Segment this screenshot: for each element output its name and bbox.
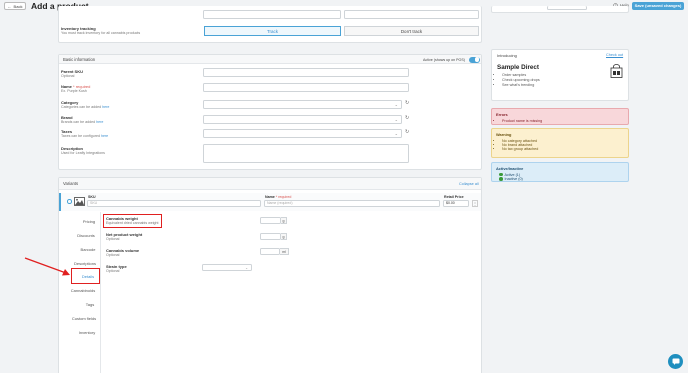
sample-direct-card: Introducing Check out Sample Direct Orde…: [491, 49, 629, 101]
variant-sku-label: SKU: [88, 195, 96, 199]
save-button[interactable]: Save (unsaved changes): [632, 1, 684, 10]
cannabis-volume-sub: Optional: [106, 253, 120, 257]
warning-item: No tax group attached: [502, 147, 624, 151]
description-textarea[interactable]: [203, 144, 409, 163]
cannabis-weight-unit: g: [281, 217, 287, 224]
errors-alert: Errors Product name is missing: [491, 108, 629, 125]
status-dot-icon: [499, 172, 503, 177]
chevron-down-icon: ⌄: [394, 131, 398, 136]
top-field-2[interactable]: [344, 10, 479, 19]
tab-custom-fields[interactable]: Custom fields: [69, 316, 99, 321]
category-select[interactable]: ⌄: [203, 100, 402, 109]
errors-title: Errors: [496, 112, 508, 117]
brand-link[interactable]: here: [96, 120, 103, 124]
tab-cannabinoids[interactable]: Cannabinoids: [68, 288, 98, 293]
strain-type-sub: Optional: [106, 269, 120, 273]
variants-title: Variants: [63, 181, 79, 186]
tab-descriptions[interactable]: Descriptions: [70, 261, 100, 266]
category-sub: Categories can be added here: [61, 105, 110, 109]
cannabis-volume-unit: ml: [280, 248, 289, 255]
active-inactive-alert: Active/Inactive Active (1) Inactive (0): [491, 162, 629, 182]
status-dot-icon: [499, 177, 503, 181]
taxes-refresh-icon[interactable]: ↻: [405, 129, 409, 135]
brand-refresh-icon[interactable]: ↻: [405, 115, 409, 121]
warning-alert: Warning No category attached No brand at…: [491, 128, 629, 158]
variant-name-input[interactable]: Name (required): [264, 200, 440, 207]
cannabis-weight-input[interactable]: [260, 217, 281, 224]
category-refresh-icon[interactable]: ↻: [405, 100, 409, 106]
tab-barcode[interactable]: Barcode: [73, 247, 103, 252]
collapse-all-link[interactable]: Collapse all: [459, 182, 479, 186]
taxes-sub: Taxes can be configured here: [61, 134, 109, 138]
variant-menu-icon[interactable]: ⋮: [472, 200, 478, 207]
inactive-count: Inactive (0): [499, 177, 624, 182]
details-tab-highlight: [71, 268, 100, 284]
dont-track-button[interactable]: Don't track: [344, 26, 479, 36]
back-arrow-icon: ←: [7, 3, 12, 9]
net-weight-input[interactable]: [260, 233, 281, 240]
active-toggle[interactable]: [469, 56, 480, 63]
info-icon: [67, 199, 72, 204]
parent-sku-input[interactable]: [203, 68, 409, 77]
inventory-tracking-card: Inventory tracking You must track invent…: [58, 6, 482, 43]
category-link[interactable]: here: [102, 105, 109, 109]
image-icon[interactable]: [74, 197, 85, 206]
variants-card: Variants Collapse all SKU SKU Name * req…: [58, 177, 482, 373]
chevron-down-icon: ⌄: [245, 266, 248, 270]
taxes-select[interactable]: ⌄: [203, 129, 402, 138]
variant-sku-input[interactable]: SKU: [87, 200, 261, 207]
active-inactive-title: Active/Inactive: [496, 166, 524, 171]
retail-price-input[interactable]: $0.00: [443, 200, 469, 207]
basic-information-card: Basic information Active (shows up on PO…: [58, 54, 482, 170]
net-weight-unit: g: [281, 233, 287, 240]
strain-type-select[interactable]: ⌄: [202, 264, 252, 271]
active-toggle-label: Active (shows up on POS): [423, 57, 465, 62]
name-sub: Ex. Purple Kush: [61, 89, 87, 93]
list-item: See what's trending: [502, 83, 540, 88]
basic-information-title: Basic information: [63, 56, 96, 62]
annotation-arrow: [24, 257, 70, 276]
check-out-link[interactable]: Check out: [606, 53, 623, 57]
cannabis-volume-input[interactable]: [260, 248, 280, 255]
variant-name-label: Name * required: [265, 195, 292, 199]
brand-sub: Brands can be added here: [61, 120, 104, 124]
inventory-tracking-subtitle: You must track inventory for all cannabi…: [61, 31, 141, 35]
chat-button[interactable]: [668, 354, 683, 369]
variant-tabs: Pricing Discounts Barcode Descriptions D…: [59, 212, 101, 373]
tab-pricing[interactable]: Pricing: [74, 219, 104, 224]
variants-header: Variants: [59, 178, 481, 190]
chevron-down-icon: ⌄: [394, 102, 398, 107]
introducing-card: [491, 6, 629, 13]
top-field-1[interactable]: [203, 10, 341, 19]
tab-tags[interactable]: Tags: [75, 302, 105, 307]
net-weight-sub: Optional: [106, 237, 120, 241]
variant-row: SKU SKU Name * required Name (required) …: [59, 193, 481, 211]
parent-sku-sub: Optional: [61, 74, 75, 78]
sample-direct-title: Sample Direct: [497, 64, 539, 71]
tab-discounts[interactable]: Discounts: [71, 233, 101, 238]
cannabis-weight-highlight: [102, 213, 162, 228]
retail-price-label: Retail Price: [444, 195, 464, 199]
introducing-label: Introducing: [497, 53, 517, 58]
brand-select[interactable]: ⌄: [203, 115, 402, 124]
tab-inventory[interactable]: Inventory: [72, 330, 102, 335]
chat-icon: [672, 358, 679, 365]
back-label: Back: [13, 3, 23, 9]
shopping-bag-icon: [610, 64, 623, 78]
taxes-link[interactable]: here: [101, 134, 108, 138]
promo-top-field: [547, 6, 587, 10]
sample-direct-list: Order samples Check upcoming drops See w…: [502, 73, 540, 88]
warning-title: Warning: [496, 132, 512, 137]
error-item: Product name is missing: [502, 119, 624, 123]
basic-information-header: Basic information: [59, 55, 481, 64]
back-button[interactable]: ← Back: [4, 2, 26, 10]
description-sub: Used for Leafly Integrations: [61, 151, 105, 155]
name-input[interactable]: [203, 83, 409, 92]
track-button[interactable]: Track: [204, 26, 341, 36]
chevron-down-icon: ⌄: [394, 117, 398, 122]
